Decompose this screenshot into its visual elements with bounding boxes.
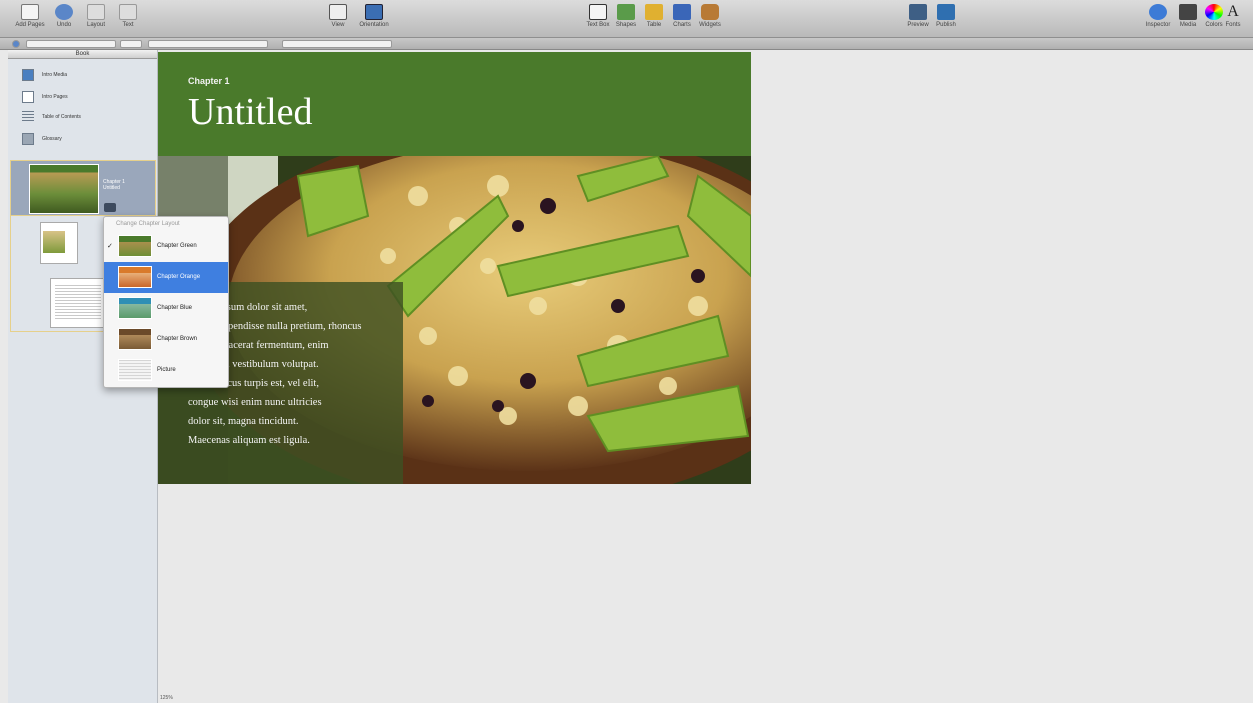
intro-media-icon — [22, 69, 34, 81]
undo-icon — [55, 4, 73, 20]
fonts-icon: A — [1227, 3, 1239, 20]
zoom-control[interactable]: 125% — [160, 695, 230, 703]
publish-icon — [937, 4, 955, 20]
menu-header: Change Chapter Layout — [116, 221, 180, 227]
toolbar: Add Pages Undo Layout Text View Orientat… — [0, 0, 1253, 38]
chevron-down-icon[interactable] — [104, 203, 116, 212]
body-line: Maecenas aliquam est ligula. — [188, 435, 310, 446]
opacity-slider[interactable] — [148, 40, 268, 48]
menu-item-chapter-orange[interactable]: Chapter Orange — [104, 262, 228, 293]
widgets-button[interactable]: Widgets — [690, 4, 730, 36]
menu-item-picture[interactable]: Picture — [104, 355, 228, 386]
ibooks-author-window: Add Pages Undo Layout Text View Orientat… — [0, 0, 1253, 703]
orientation-icon — [365, 4, 383, 20]
page-thumb-image — [43, 231, 65, 253]
chapter-1-thumbnail[interactable]: Chapter 1 Untitled — [10, 160, 156, 216]
sidebar-header: Book — [8, 50, 157, 59]
sidebar-item-intro-media[interactable]: Intro Media — [22, 68, 67, 82]
page-thumb-text — [55, 285, 101, 321]
page-thumbnail[interactable] — [40, 222, 78, 264]
layout-icon — [87, 4, 105, 20]
orientation-button[interactable]: Orientation — [354, 4, 394, 36]
text-view-icon — [119, 4, 137, 20]
menu-item-chapter-green[interactable]: ✓ Chapter Green — [104, 231, 228, 262]
charts-icon — [673, 4, 691, 20]
format-bar — [0, 38, 1253, 50]
layout-thumb-green — [118, 235, 152, 257]
chapter-title[interactable]: Untitled — [188, 90, 313, 134]
intro-pages-icon — [22, 91, 34, 103]
table-icon — [645, 4, 663, 20]
body-line: congue wisi enim nunc ultricies — [188, 397, 322, 408]
checkmark-icon: ✓ — [107, 243, 113, 250]
layout-thumb-blue — [118, 297, 152, 319]
glossary-icon — [22, 133, 34, 145]
sidebar-item-toc[interactable]: Table of Contents — [22, 110, 81, 124]
change-layout-menu: Change Chapter Layout ✓ Chapter Green Ch… — [103, 216, 229, 388]
menu-item-chapter-brown[interactable]: Chapter Brown — [104, 324, 228, 355]
layout-thumb-brown — [118, 328, 152, 350]
view-button[interactable]: View — [318, 4, 358, 36]
menu-item-chapter-blue[interactable]: Chapter Blue — [104, 293, 228, 324]
alignment-controls[interactable] — [282, 40, 392, 48]
text-view-button[interactable]: Text — [108, 4, 148, 36]
add-page-icon — [21, 4, 39, 20]
textbox-icon — [589, 4, 607, 20]
view-icon — [329, 4, 347, 20]
shapes-icon — [617, 4, 635, 20]
sidebar-item-glossary[interactable]: Glossary — [22, 132, 62, 146]
font-size-slider[interactable] — [26, 40, 116, 48]
chapter-thumb-image — [29, 164, 99, 214]
body-line: dolor sit, magna tincidunt. — [188, 416, 299, 427]
toc-icon — [22, 111, 34, 123]
book-page-canvas[interactable]: Chapter 1 Untitled Lorem ipsum dolor sit… — [158, 52, 751, 484]
sidebar-item-intro-pages[interactable]: Intro Pages — [22, 90, 68, 104]
layout-thumb-picture — [118, 359, 152, 381]
inspector-icon — [1149, 4, 1167, 20]
chapter-label[interactable]: Chapter 1 — [188, 76, 230, 86]
publish-button[interactable]: Publish — [926, 4, 966, 36]
fonts-button[interactable]: A Fonts — [1218, 4, 1248, 36]
preview-icon — [909, 4, 927, 20]
widgets-icon — [701, 4, 719, 20]
chapter-thumb-title: Chapter 1 Untitled — [103, 179, 125, 191]
layout-thumb-orange — [118, 266, 152, 288]
style-picker[interactable] — [12, 40, 20, 48]
page-thumbnail[interactable] — [50, 278, 106, 328]
size-field[interactable] — [120, 40, 142, 48]
